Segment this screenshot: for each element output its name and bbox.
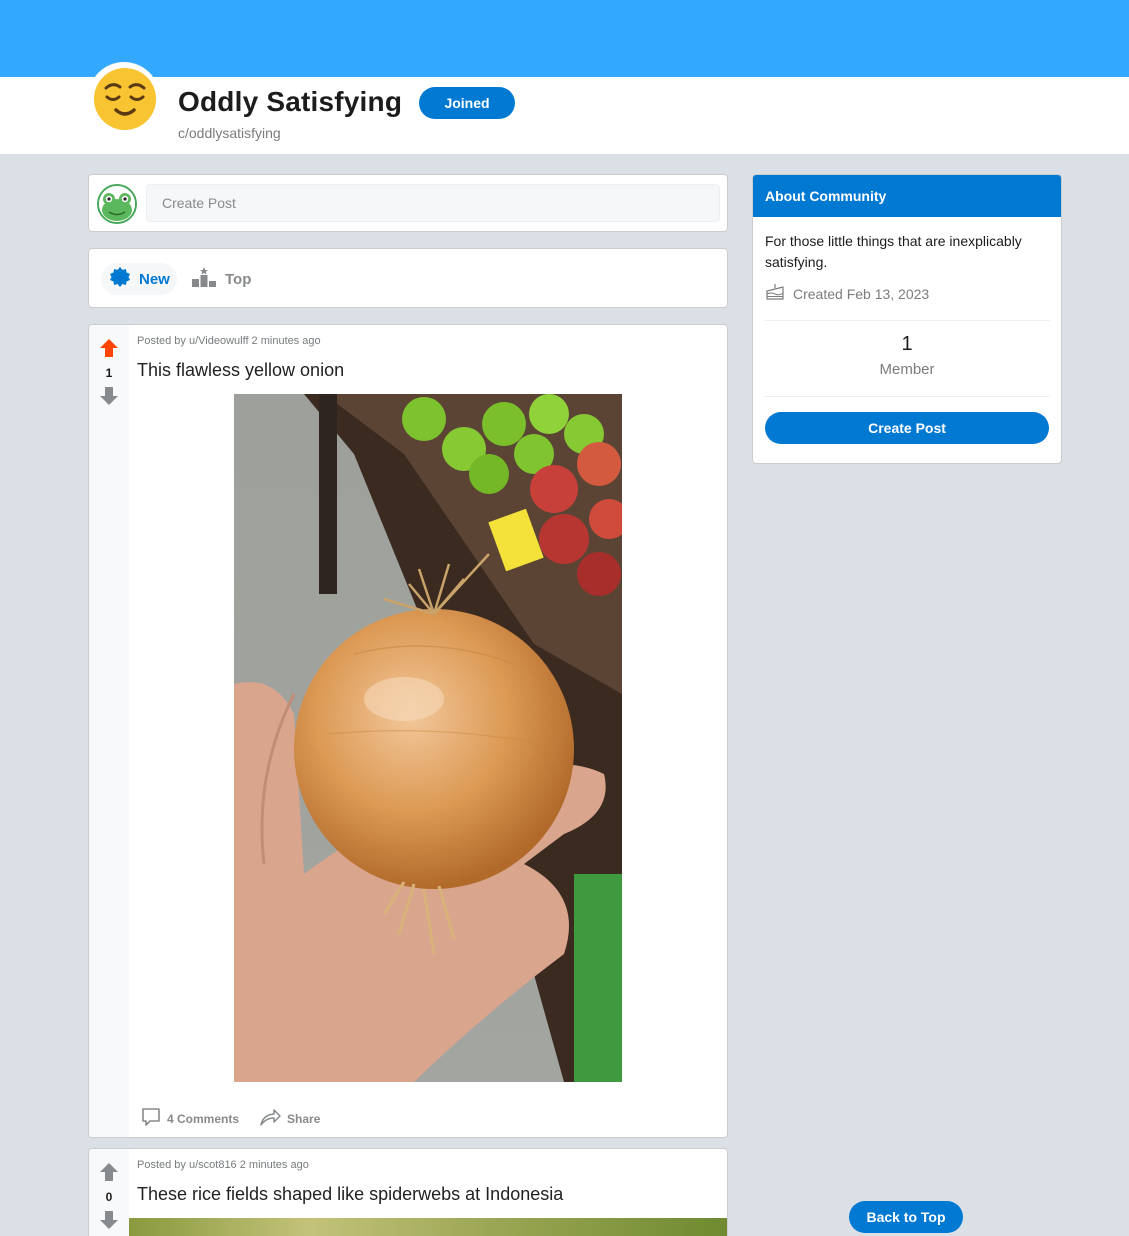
- post-meta[interactable]: Posted by u/scot816 2 minutes ago: [137, 1159, 309, 1171]
- share-icon: [259, 1107, 281, 1130]
- share-button[interactable]: Share: [259, 1107, 320, 1130]
- cake-icon: [765, 283, 785, 304]
- downvote-arrow-icon[interactable]: [99, 1210, 119, 1230]
- community-name: c/oddlysatisfying: [178, 125, 281, 141]
- sort-bar: New Top: [88, 248, 728, 308]
- post-image-onion[interactable]: [234, 394, 622, 1082]
- share-label: Share: [287, 1111, 321, 1126]
- created-date: Created Feb 13, 2023: [765, 283, 929, 304]
- post-actions: 4 Comments Share: [141, 1107, 320, 1130]
- sidebar-create-post-button[interactable]: Create Post: [765, 412, 1049, 444]
- comments-count: 4 Comments: [167, 1111, 240, 1126]
- comments-button[interactable]: 4 Comments: [141, 1107, 239, 1130]
- members-count: 1: [901, 333, 913, 355]
- members-label: Member: [879, 361, 935, 378]
- sort-new-label: New: [139, 270, 170, 288]
- community-header: [0, 77, 1129, 154]
- top-podium-icon: [191, 266, 217, 292]
- new-badge-icon: [109, 266, 131, 292]
- comment-icon: [141, 1107, 161, 1130]
- community-banner: [0, 0, 1129, 77]
- post-card[interactable]: 1 Posted by u/Videowulff 2 minutes ago T…: [88, 324, 728, 1138]
- post-card[interactable]: 0 Posted by u/scot816 2 minutes ago Thes…: [88, 1148, 728, 1236]
- create-post-input[interactable]: Create Post: [146, 184, 720, 222]
- vote-score: 1: [105, 366, 113, 380]
- sort-top-button[interactable]: Top: [191, 263, 251, 295]
- post-title[interactable]: This flawless yellow onion: [137, 360, 344, 381]
- sort-top-label: Top: [225, 270, 252, 288]
- about-divider: [765, 320, 1050, 321]
- upvote-arrow-icon[interactable]: [99, 1162, 119, 1182]
- post-title[interactable]: These rice fields shaped like spiderwebs…: [137, 1184, 563, 1205]
- about-divider: [765, 396, 1050, 397]
- create-post-card: Create Post: [88, 174, 728, 232]
- created-label: Created Feb 13, 2023: [793, 285, 930, 302]
- post-image-rice-fields[interactable]: [129, 1218, 727, 1236]
- joined-button[interactable]: Joined: [419, 87, 515, 119]
- sort-new-button[interactable]: New: [101, 263, 177, 295]
- about-community-card: About Community For those little things …: [752, 174, 1062, 464]
- community-title: Oddly Satisfying: [178, 86, 403, 117]
- about-description: For those little things that are inexpli…: [765, 233, 1022, 270]
- relieved-face-icon: [94, 68, 156, 130]
- about-heading: About Community: [753, 175, 1061, 217]
- vote-column: 0: [89, 1149, 129, 1236]
- post-meta[interactable]: Posted by u/Videowulff 2 minutes ago: [137, 335, 321, 347]
- frog-avatar-icon[interactable]: [97, 184, 137, 224]
- back-to-top-button[interactable]: Back to Top: [849, 1201, 963, 1233]
- vote-score: 0: [105, 1190, 113, 1204]
- vote-column: 1: [89, 325, 129, 1137]
- downvote-arrow-icon[interactable]: [99, 386, 119, 406]
- upvote-arrow-icon[interactable]: [99, 338, 119, 358]
